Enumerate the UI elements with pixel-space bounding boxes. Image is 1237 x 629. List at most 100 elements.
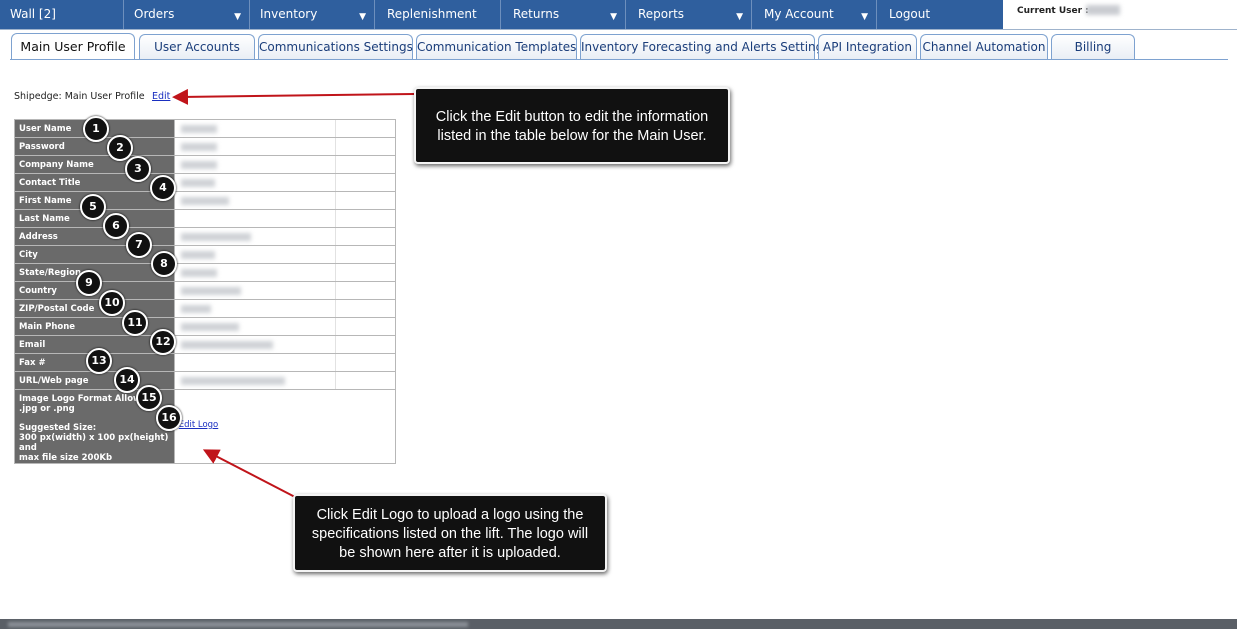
step-marker: 2 <box>107 135 133 161</box>
settings-tabs: Main User Profile User Accounts Communic… <box>0 33 1237 60</box>
field-label: ZIP/Postal Code <box>14 299 175 318</box>
edit-callout: Click the Edit button to edit the inform… <box>414 87 730 164</box>
current-user-value-redacted <box>1086 5 1120 15</box>
chevron-down-icon: ▼ <box>234 12 241 22</box>
chevron-down-icon: ▼ <box>610 12 617 22</box>
redacted-value <box>180 197 229 205</box>
cell-divider <box>334 318 395 335</box>
table-row: Main Phone <box>14 317 397 336</box>
field-value <box>173 155 397 174</box>
footer-text-redacted <box>8 622 468 627</box>
table-row: Company Name <box>14 155 397 174</box>
redacted-value <box>180 377 285 385</box>
step-marker: 8 <box>151 251 177 277</box>
nav-wall[interactable]: Wall [2] <box>0 0 124 29</box>
page-title: Shipedge: Main User Profile <box>14 91 145 102</box>
tab-label: Channel Automation <box>922 40 1046 54</box>
nav-wall-label: Wall [2] <box>10 7 56 21</box>
tab-user-accounts[interactable]: User Accounts <box>139 34 255 59</box>
step-marker: 10 <box>99 290 125 316</box>
tab-communications-settings[interactable]: Communications Settings <box>258 34 413 59</box>
table-row: Contact Title <box>14 173 397 192</box>
cell-divider <box>334 210 395 227</box>
field-value <box>173 317 397 336</box>
redacted-value <box>180 125 217 133</box>
logo-size-line1: Suggested Size: <box>19 423 97 433</box>
table-row: URL/Web page <box>14 371 397 390</box>
nav-reports[interactable]: Reports ▼ <box>626 0 752 29</box>
profile-table: User Name Password Company Name Contact Tit… <box>14 119 397 464</box>
step-marker: 13 <box>86 348 112 374</box>
tab-label: Inventory Forecasting and Alerts Setting <box>581 40 824 54</box>
arrow-to-edit <box>172 88 415 105</box>
step-marker: 9 <box>76 270 102 296</box>
tab-main-user-profile[interactable]: Main User Profile <box>11 33 135 60</box>
table-row: Fax # <box>14 353 397 372</box>
cell-divider <box>334 192 395 209</box>
edit-link[interactable]: Edit <box>152 91 170 102</box>
cell-divider <box>334 282 395 299</box>
step-marker: 7 <box>126 232 152 258</box>
logo-size-line2: 300 px(width) x 100 px(height) and <box>19 433 169 453</box>
nav-inventory[interactable]: Inventory ▼ <box>250 0 375 29</box>
logo-callout: Click Edit Logo to upload a logo using t… <box>293 494 607 572</box>
current-user-label: Current User : <box>1017 6 1089 16</box>
step-marker: 5 <box>80 194 106 220</box>
redacted-value <box>180 287 241 295</box>
edit-logo-link[interactable]: Edit Logo <box>179 420 219 430</box>
field-value <box>173 227 397 246</box>
table-row: State/Region <box>14 263 397 282</box>
field-value <box>173 281 397 300</box>
redacted-value <box>180 233 251 241</box>
cell-divider <box>334 246 395 263</box>
cell-divider <box>334 174 395 191</box>
redacted-value <box>180 305 211 313</box>
field-value <box>173 371 397 390</box>
nav-logout-label: Logout <box>889 7 931 21</box>
chevron-down-icon: ▼ <box>861 12 868 22</box>
nav-orders-label: Orders <box>134 7 175 21</box>
divider <box>0 29 1237 30</box>
nav-replenishment-label: Replenishment <box>387 7 477 21</box>
table-row-logo: Image Logo Format Allowed: .jpg or .png … <box>14 389 397 464</box>
tab-label: Communications Settings <box>259 40 413 54</box>
field-value <box>173 209 397 228</box>
tab-billing[interactable]: Billing <box>1051 34 1135 59</box>
redacted-value <box>180 341 273 349</box>
step-marker: 6 <box>103 213 129 239</box>
cell-divider <box>334 336 395 353</box>
nav-reports-label: Reports <box>638 7 685 21</box>
nav-returns[interactable]: Returns ▼ <box>501 0 626 29</box>
redacted-value <box>180 143 217 151</box>
cell-divider <box>334 138 395 155</box>
redacted-value <box>180 179 215 187</box>
edit-callout-line2: listed in the table below for the Main U… <box>437 128 707 144</box>
tab-label: Billing <box>1074 40 1112 54</box>
cell-divider <box>334 264 395 281</box>
tab-communication-templates[interactable]: Communication Templates <box>416 34 577 59</box>
table-row: Last Name <box>14 209 397 228</box>
cell-divider <box>334 120 395 137</box>
tab-label: User Accounts <box>154 40 240 54</box>
field-value <box>173 191 397 210</box>
table-row: City <box>14 245 397 264</box>
cell-divider <box>334 156 395 173</box>
step-marker: 4 <box>150 175 176 201</box>
step-marker: 1 <box>83 116 109 142</box>
tab-divider <box>10 59 1228 60</box>
redacted-value <box>180 251 215 259</box>
tab-inventory-forecasting[interactable]: Inventory Forecasting and Alerts Setting <box>580 34 823 59</box>
footer <box>0 619 1237 629</box>
step-marker: 11 <box>122 310 148 336</box>
nav-replenishment[interactable]: Replenishment <box>375 0 501 29</box>
tab-api-integration[interactable]: API Integration <box>818 34 917 59</box>
step-marker: 16 <box>156 405 182 431</box>
edit-callout-line1: Click the Edit button to edit the inform… <box>435 109 709 125</box>
cell-divider <box>334 300 395 317</box>
tab-channel-automation[interactable]: Channel Automation <box>920 34 1048 59</box>
nav-my-account[interactable]: My Account ▼ <box>752 0 877 29</box>
nav-logout[interactable]: Logout <box>877 0 1003 29</box>
logo-callout-line2: specifications listed on the lift. The l… <box>311 526 589 542</box>
nav-orders[interactable]: Orders ▼ <box>124 0 250 29</box>
redacted-value <box>180 323 239 331</box>
